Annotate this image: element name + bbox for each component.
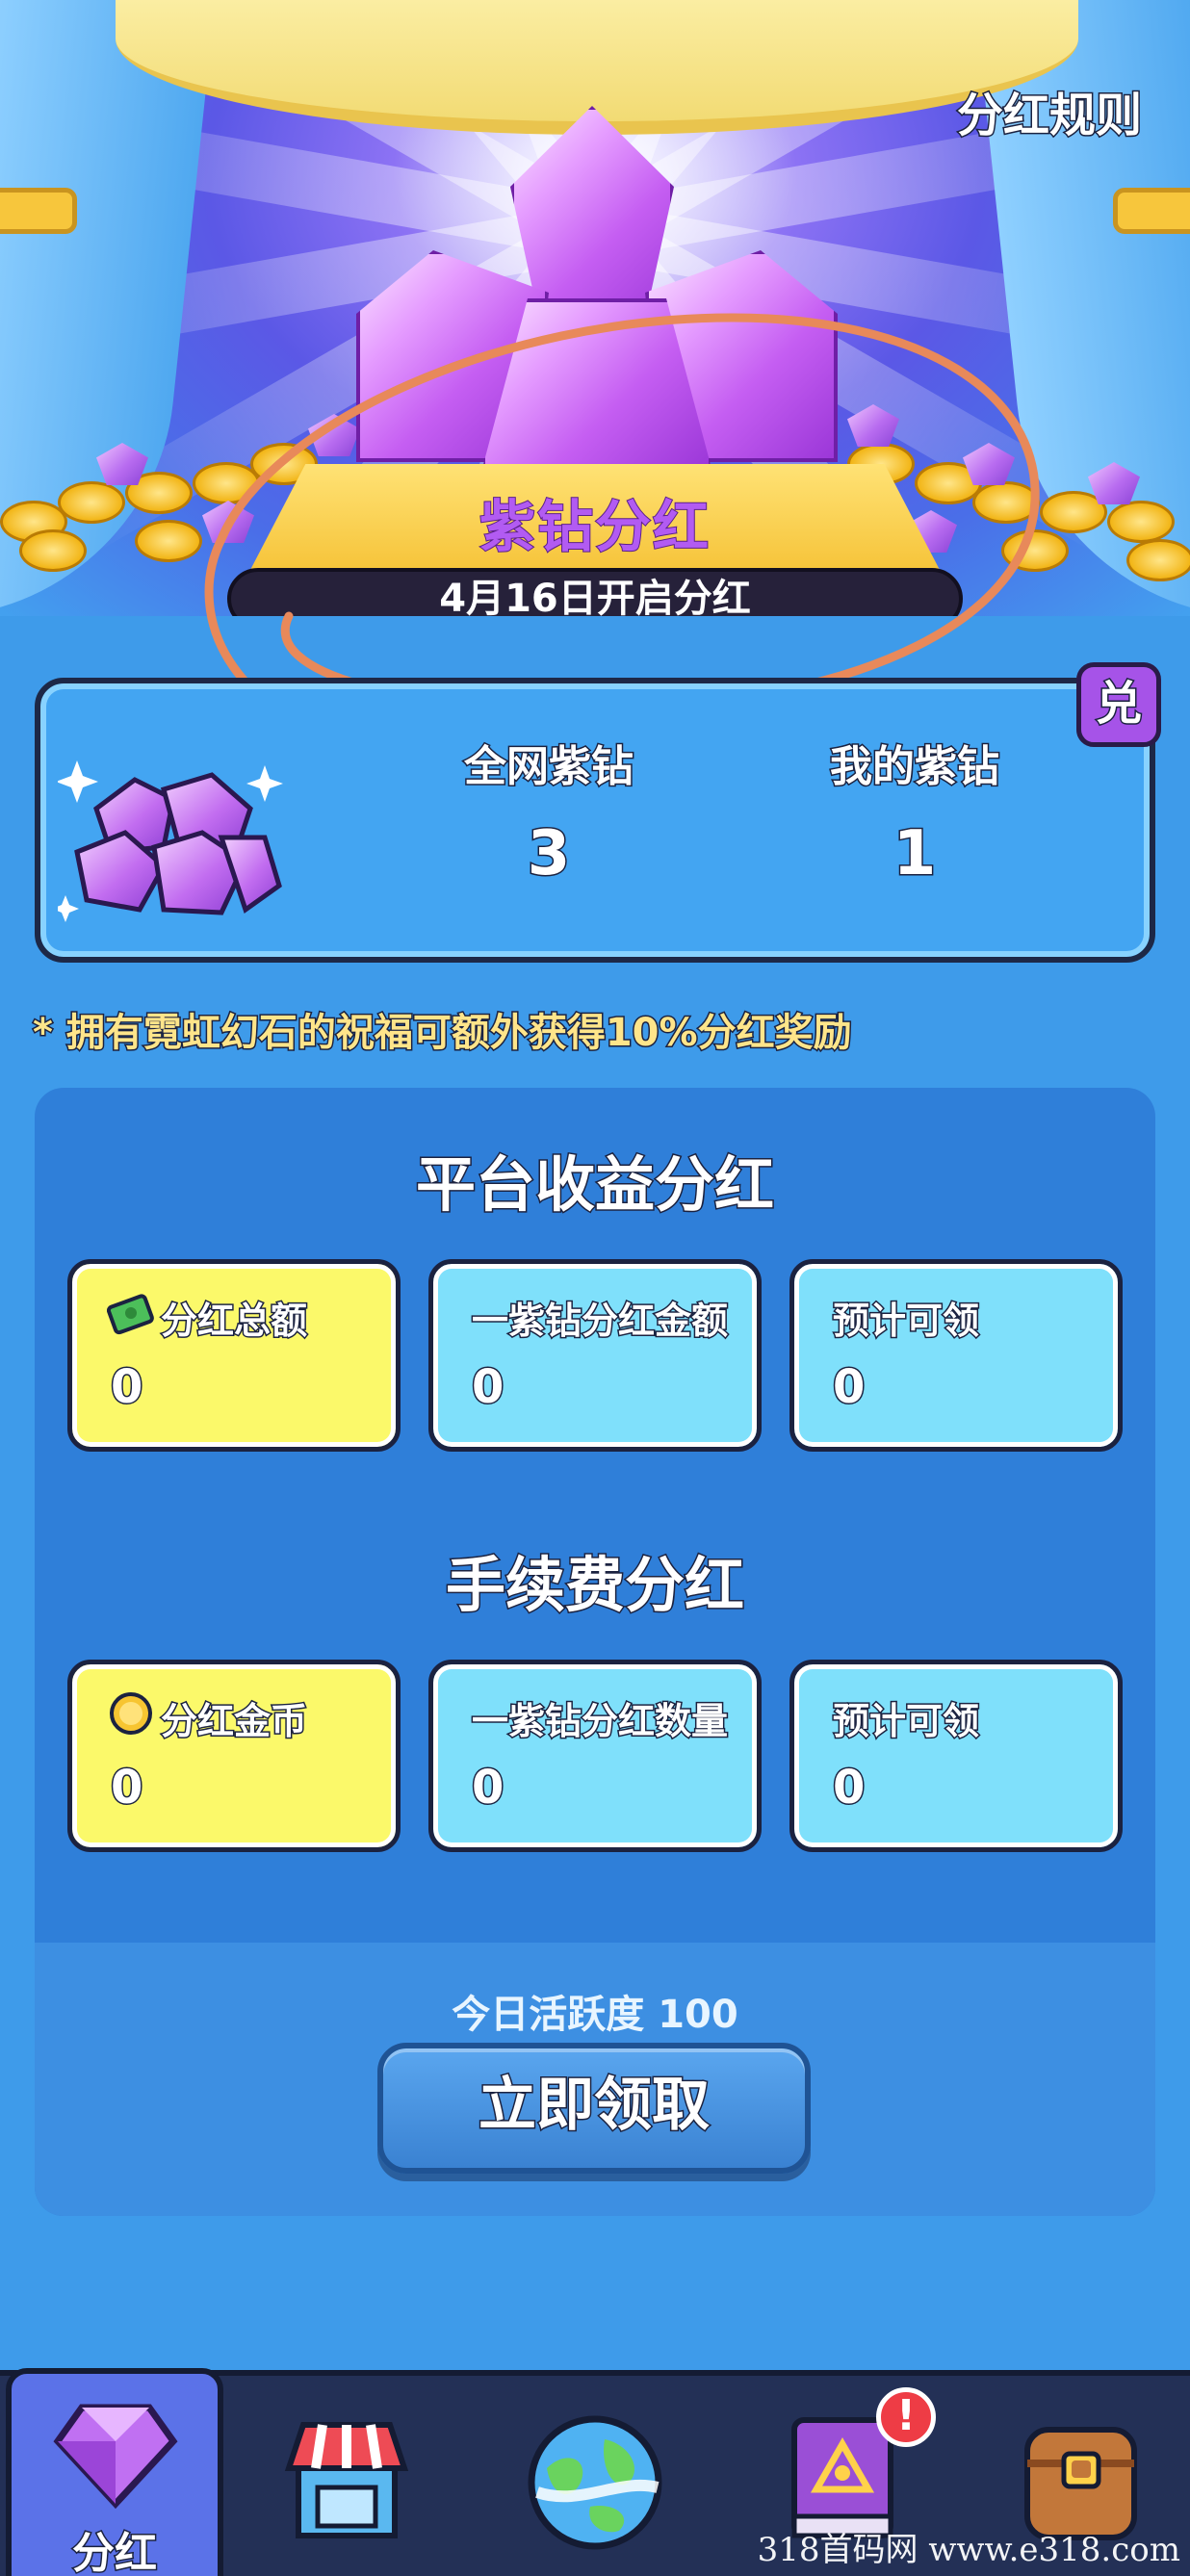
fee-per-diamond-box: 一紫钻分红数量 0 [428, 1660, 762, 1852]
network-diamond-label: 全网紫钻 [463, 741, 635, 793]
globe-icon [528, 2415, 662, 2550]
shop-icon [284, 2422, 409, 2538]
cash-icon [107, 1294, 154, 1335]
activity-level: 今日活跃度 100 [452, 1993, 738, 2037]
platform-total-box: 分红总额 0 [67, 1259, 401, 1452]
nav-world[interactable] [486, 2382, 704, 2576]
network-diamond-value: 3 [526, 817, 572, 891]
hero-banner: 紫钻分红 4月16日开启分红 分红规则 [0, 0, 1190, 616]
platform-estimate-box: 预计可领 0 [789, 1259, 1123, 1452]
box-value: 0 [470, 1760, 504, 1816]
nav-label: 分红 [71, 2528, 159, 2576]
page-title: 紫钻分红 [479, 493, 711, 560]
purple-gem-pile-icon [58, 760, 283, 922]
platform-per-diamond-box: 一紫钻分红金额 0 [428, 1259, 762, 1452]
box-label: 分红总额 [159, 1299, 308, 1344]
claim-now-button[interactable]: 立即领取 [377, 2043, 811, 2174]
box-label: 一紫钻分红金额 [470, 1299, 729, 1344]
bonus-note: * 拥有霓虹幻石的祝福可额外获得10%分红奖励 [32, 1010, 854, 1057]
platform-section-title: 平台收益分红 [414, 1148, 775, 1222]
box-value: 0 [831, 1760, 866, 1816]
box-value: 0 [109, 1359, 143, 1416]
gold-coin-icon [110, 1692, 152, 1735]
my-diamond-value: 1 [892, 817, 938, 891]
box-value: 0 [109, 1760, 143, 1816]
notification-badge: ! [876, 2387, 936, 2447]
box-value: 0 [831, 1359, 866, 1416]
bottom-nav: 分红 ! 318首码网 www.e318.com [0, 2368, 1190, 2576]
fee-section-title: 手续费分红 [444, 1549, 745, 1622]
rules-link[interactable]: 分红规则 [955, 77, 1143, 144]
my-diamond-label: 我的紫钻 [829, 741, 1001, 793]
dividend-panel: 平台收益分红 分红总额 0 一紫钻分红金额 0 预计可领 0 手续费分红 分红金… [35, 1088, 1155, 2216]
box-value: 0 [470, 1359, 504, 1416]
nav-shop[interactable] [241, 2382, 458, 2576]
box-label: 一紫钻分红数量 [470, 1699, 729, 1744]
fee-coin-box: 分红金币 0 [67, 1660, 401, 1852]
fee-estimate-box: 预计可领 0 [789, 1660, 1123, 1852]
purple-crystal-icon [356, 106, 838, 472]
exchange-button[interactable]: 兑 [1076, 662, 1161, 747]
box-label: 分红金币 [159, 1699, 308, 1744]
watermark-text: 318首码网 www.e318.com [757, 2531, 1180, 2569]
box-label: 预计可领 [831, 1299, 980, 1344]
purple-diamond-icon [53, 2404, 178, 2509]
open-date-banner: 4月16日开启分红 [227, 568, 963, 616]
box-label: 预计可领 [831, 1699, 980, 1744]
nav-dividend[interactable]: 分红 [6, 2368, 223, 2576]
